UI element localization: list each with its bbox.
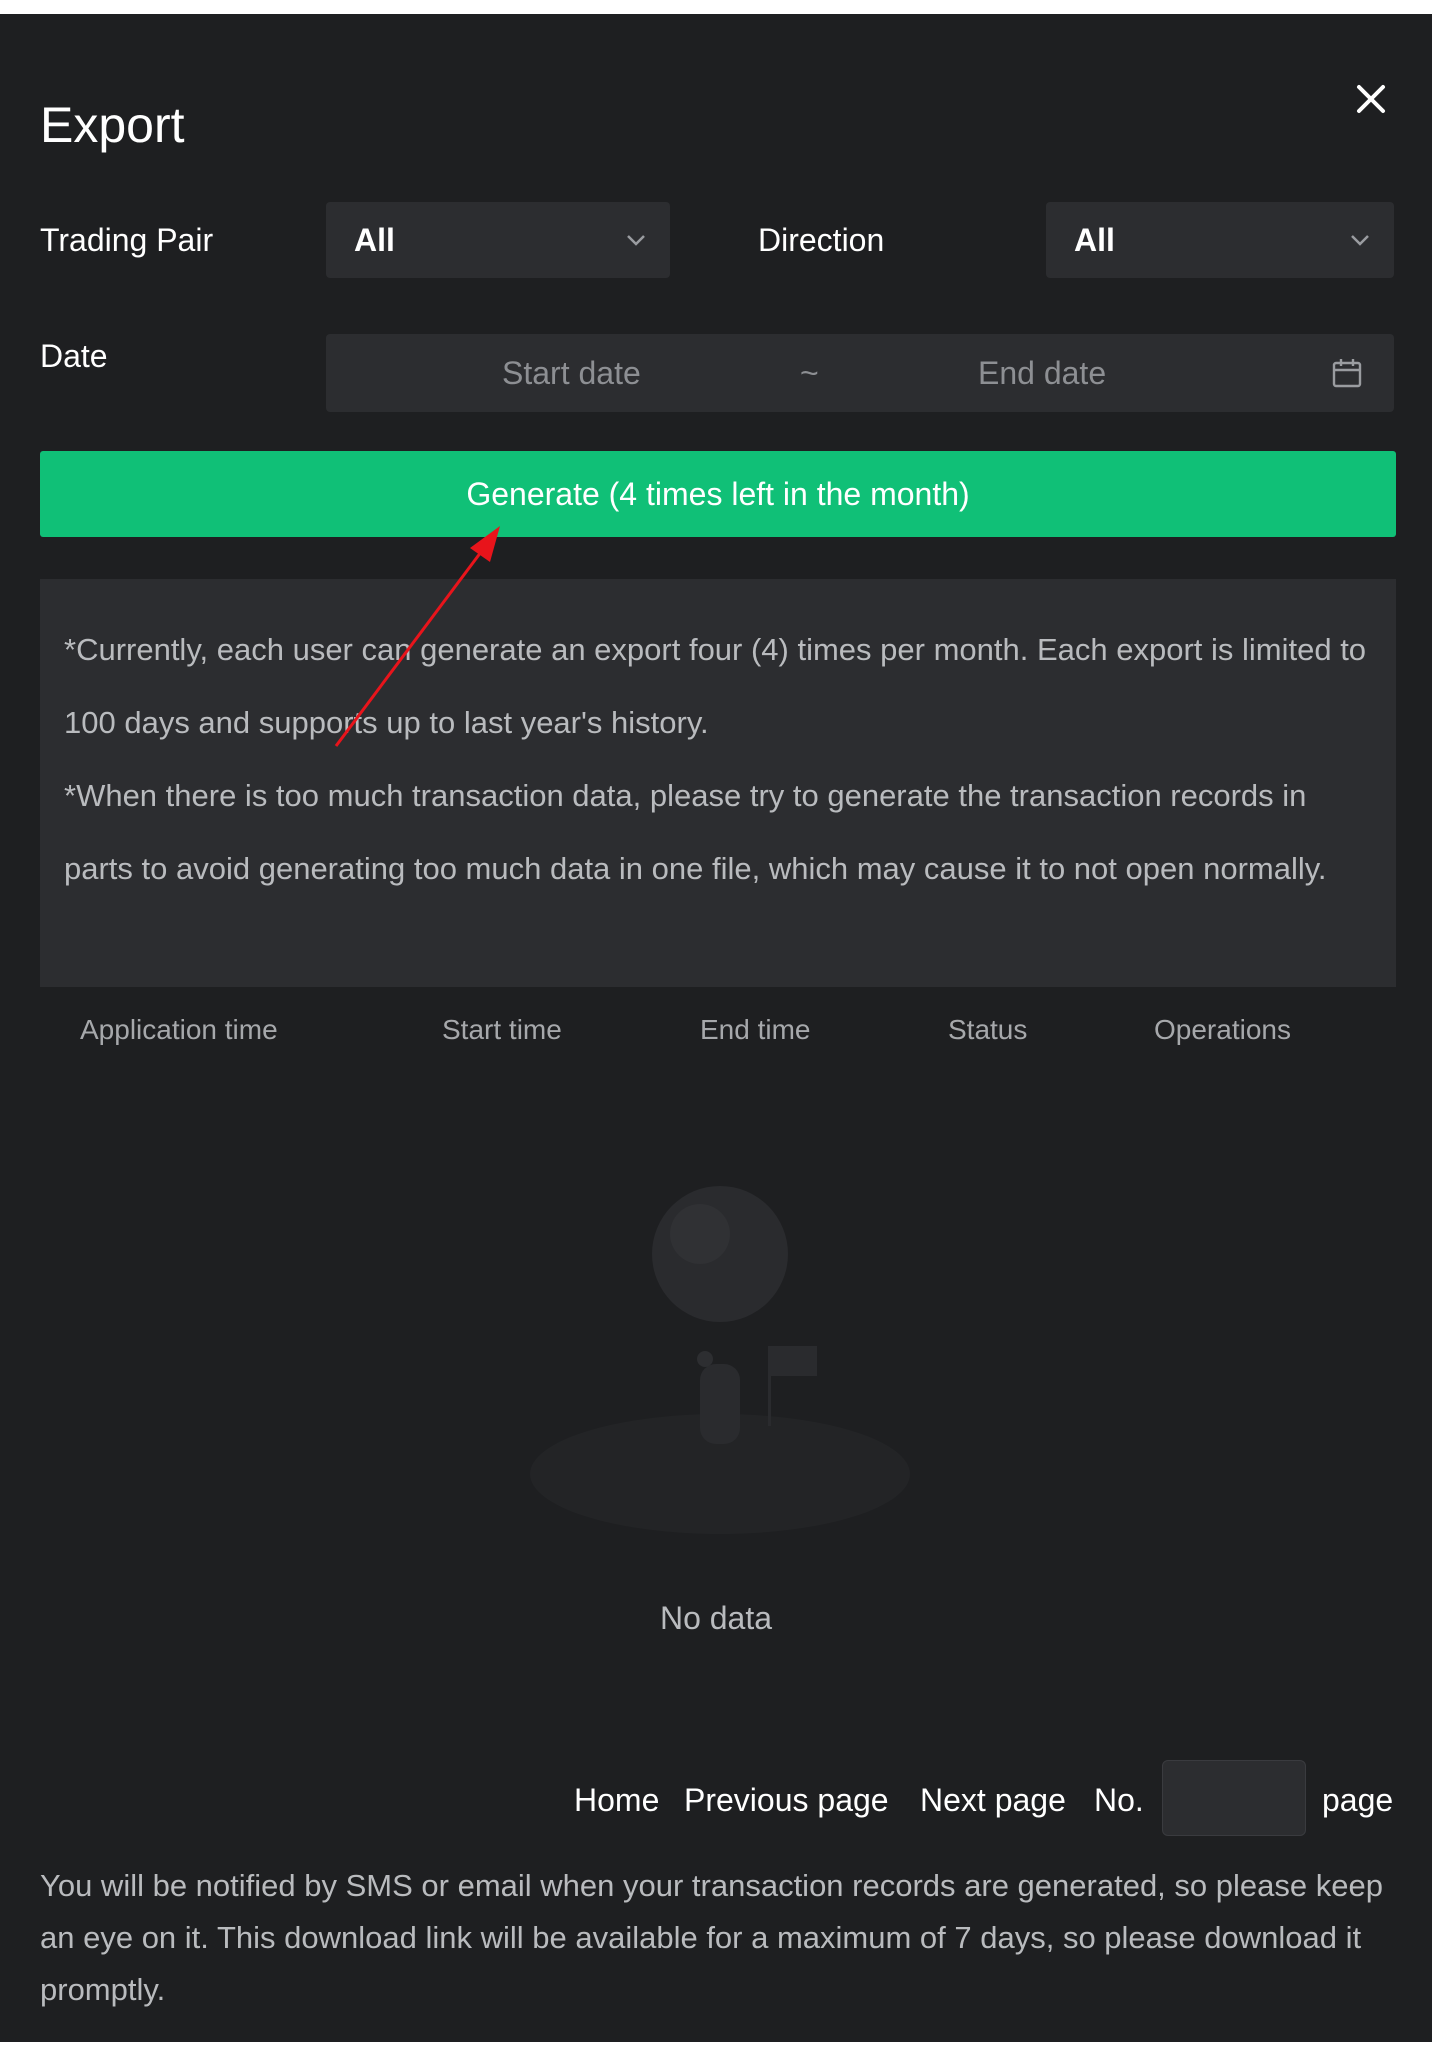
chevron-down-icon: [622, 226, 650, 254]
column-application-time: Application time: [80, 1014, 278, 1045]
chevron-down-icon: [1346, 226, 1374, 254]
footer-note: You will be notified by SMS or email whe…: [40, 1860, 1410, 2016]
pagination-next[interactable]: Next page: [920, 1780, 1066, 1820]
date-range-picker[interactable]: Start date ~ End date: [326, 334, 1394, 412]
export-modal: Export Trading Pair All Direction All Da…: [0, 14, 1432, 2042]
trading-pair-value: All: [354, 222, 395, 258]
trading-pair-label: Trading Pair: [40, 222, 214, 258]
trading-pair-select[interactable]: All: [326, 202, 670, 278]
date-label: Date: [40, 338, 108, 374]
column-status: Status: [948, 1014, 1028, 1045]
pagination-previous[interactable]: Previous page: [684, 1780, 889, 1820]
column-operations: Operations: [1154, 1014, 1291, 1045]
range-separator: ~: [800, 355, 819, 391]
no-data-text: No data: [659, 1600, 773, 1636]
calendar-icon[interactable]: [1330, 356, 1364, 390]
pagination-home[interactable]: Home: [574, 1780, 659, 1820]
notice-line-1: *Currently, each user can generate an ex…: [64, 632, 1367, 740]
direction-select[interactable]: All: [1046, 202, 1394, 278]
direction-label: Direction: [758, 222, 885, 258]
footer-note-text: You will be notified by SMS or email whe…: [40, 1868, 1383, 2007]
close-icon[interactable]: [1346, 74, 1396, 124]
page-number-input[interactable]: [1162, 1760, 1306, 1836]
modal-title: Export: [40, 97, 185, 153]
pagination-no-label: No.: [1094, 1782, 1144, 1818]
end-date-input[interactable]: End date: [978, 353, 1106, 393]
direction-value: All: [1074, 222, 1115, 258]
pagination-page-label: page: [1322, 1782, 1394, 1818]
column-end-time: End time: [700, 1014, 811, 1045]
notice-line-2: *When there is too much transaction data…: [64, 778, 1327, 886]
empty-state-illustration: [500, 1174, 940, 1544]
column-start-time: Start time: [442, 1014, 562, 1045]
generate-button[interactable]: Generate (4 times left in the month): [40, 451, 1396, 537]
start-date-input[interactable]: Start date: [502, 353, 641, 393]
notice-box: *Currently, each user can generate an ex…: [40, 579, 1396, 987]
